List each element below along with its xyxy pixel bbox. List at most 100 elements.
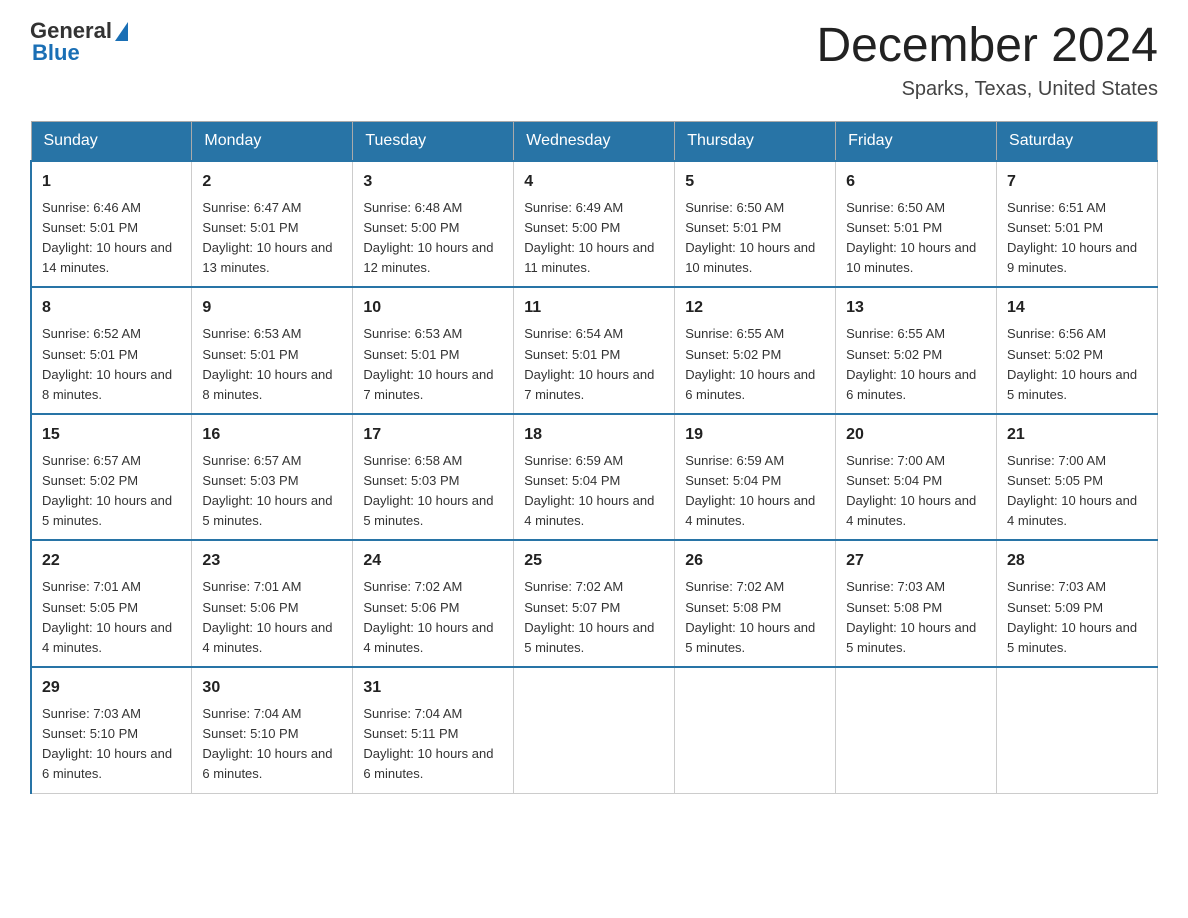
week-row-2: 8 Sunrise: 6:52 AMSunset: 5:01 PMDaylight… <box>31 287 1158 414</box>
calendar-cell: 9 Sunrise: 6:53 AMSunset: 5:01 PMDaylight… <box>192 287 353 414</box>
header-row: SundayMondayTuesdayWednesdayThursdayFrid… <box>31 121 1158 161</box>
day-number: 15 <box>42 423 181 447</box>
calendar-cell: 13 Sunrise: 6:55 AMSunset: 5:02 PMDayligh… <box>836 287 997 414</box>
day-number: 17 <box>363 423 503 447</box>
calendar-cell: 12Sunrise: 6:55 AMSunset: 5:02 PMDayligh… <box>675 287 836 414</box>
day-info: Sunrise: 6:52 AMSunset: 5:01 PMDaylight:… <box>42 324 181 405</box>
day-number: 3 <box>363 170 503 194</box>
day-number: 20 <box>846 423 986 447</box>
day-number: 9 <box>202 296 342 320</box>
calendar-cell <box>675 667 836 793</box>
calendar-cell: 1 Sunrise: 6:46 AMSunset: 5:01 PMDaylight… <box>31 161 192 288</box>
header: General Blue December 2024 Sparks, Texas… <box>30 20 1158 101</box>
day-number: 14 <box>1007 296 1147 320</box>
day-number: 8 <box>42 296 181 320</box>
day-info: Sunrise: 7:03 AMSunset: 5:08 PMDaylight:… <box>846 577 986 658</box>
calendar-cell: 5Sunrise: 6:50 AMSunset: 5:01 PMDaylight… <box>675 161 836 288</box>
day-info: Sunrise: 6:50 AMSunset: 5:01 PMDaylight:… <box>685 198 825 279</box>
day-info: Sunrise: 7:00 AMSunset: 5:04 PMDaylight:… <box>846 451 986 532</box>
calendar-cell: 11Sunrise: 6:54 AMSunset: 5:01 PMDayligh… <box>514 287 675 414</box>
logo: General Blue <box>30 20 128 64</box>
calendar-cell <box>514 667 675 793</box>
day-info: Sunrise: 7:02 AMSunset: 5:08 PMDaylight:… <box>685 577 825 658</box>
day-info: Sunrise: 7:01 AMSunset: 5:06 PMDaylight:… <box>202 577 342 658</box>
day-info: Sunrise: 6:55 AMSunset: 5:02 PMDaylight:… <box>685 324 825 405</box>
day-info: Sunrise: 7:03 AMSunset: 5:10 PMDaylight:… <box>42 704 181 785</box>
day-header-wednesday: Wednesday <box>514 121 675 161</box>
day-number: 30 <box>202 676 342 700</box>
day-number: 27 <box>846 549 986 573</box>
day-info: Sunrise: 6:59 AMSunset: 5:04 PMDaylight:… <box>685 451 825 532</box>
logo-blue-text: Blue <box>32 42 128 64</box>
day-number: 4 <box>524 170 664 194</box>
calendar-cell: 3 Sunrise: 6:48 AMSunset: 5:00 PMDaylight… <box>353 161 514 288</box>
calendar-cell: 15 Sunrise: 6:57 AMSunset: 5:02 PMDayligh… <box>31 414 192 541</box>
calendar-cell: 8 Sunrise: 6:52 AMSunset: 5:01 PMDaylight… <box>31 287 192 414</box>
day-number: 21 <box>1007 423 1147 447</box>
day-info: Sunrise: 6:53 AMSunset: 5:01 PMDaylight:… <box>202 324 342 405</box>
calendar-cell: 2Sunrise: 6:47 AMSunset: 5:01 PMDaylight… <box>192 161 353 288</box>
day-number: 11 <box>524 296 664 320</box>
day-info: Sunrise: 7:03 AMSunset: 5:09 PMDaylight:… <box>1007 577 1147 658</box>
day-info: Sunrise: 7:00 AMSunset: 5:05 PMDaylight:… <box>1007 451 1147 532</box>
day-info: Sunrise: 6:51 AMSunset: 5:01 PMDaylight:… <box>1007 198 1147 279</box>
day-header-saturday: Saturday <box>997 121 1158 161</box>
calendar-cell: 10Sunrise: 6:53 AMSunset: 5:01 PMDayligh… <box>353 287 514 414</box>
calendar-cell <box>997 667 1158 793</box>
calendar-cell: 29 Sunrise: 7:03 AMSunset: 5:10 PMDayligh… <box>31 667 192 793</box>
logo-triangle-icon <box>115 22 128 41</box>
calendar-cell <box>836 667 997 793</box>
calendar-cell: 31 Sunrise: 7:04 AMSunset: 5:11 PMDayligh… <box>353 667 514 793</box>
week-row-5: 29 Sunrise: 7:03 AMSunset: 5:10 PMDayligh… <box>31 667 1158 793</box>
calendar-cell: 25 Sunrise: 7:02 AMSunset: 5:07 PMDayligh… <box>514 540 675 667</box>
day-number: 6 <box>846 170 986 194</box>
calendar-cell: 18 Sunrise: 6:59 AMSunset: 5:04 PMDayligh… <box>514 414 675 541</box>
day-header-friday: Friday <box>836 121 997 161</box>
calendar-cell: 23 Sunrise: 7:01 AMSunset: 5:06 PMDayligh… <box>192 540 353 667</box>
day-info: Sunrise: 6:48 AMSunset: 5:00 PMDaylight:… <box>363 198 503 279</box>
day-info: Sunrise: 7:01 AMSunset: 5:05 PMDaylight:… <box>42 577 181 658</box>
day-info: Sunrise: 7:04 AMSunset: 5:11 PMDaylight:… <box>363 704 503 785</box>
day-number: 26 <box>685 549 825 573</box>
day-info: Sunrise: 6:59 AMSunset: 5:04 PMDaylight:… <box>524 451 664 532</box>
calendar-subtitle: Sparks, Texas, United States <box>816 78 1158 101</box>
day-info: Sunrise: 7:02 AMSunset: 5:07 PMDaylight:… <box>524 577 664 658</box>
day-number: 13 <box>846 296 986 320</box>
day-info: Sunrise: 6:57 AMSunset: 5:02 PMDaylight:… <box>42 451 181 532</box>
day-number: 18 <box>524 423 664 447</box>
calendar-cell: 14 Sunrise: 6:56 AMSunset: 5:02 PMDayligh… <box>997 287 1158 414</box>
day-info: Sunrise: 7:02 AMSunset: 5:06 PMDaylight:… <box>363 577 503 658</box>
day-number: 10 <box>363 296 503 320</box>
calendar-cell: 24Sunrise: 7:02 AMSunset: 5:06 PMDayligh… <box>353 540 514 667</box>
calendar-cell: 7Sunrise: 6:51 AMSunset: 5:01 PMDaylight… <box>997 161 1158 288</box>
week-row-4: 22Sunrise: 7:01 AMSunset: 5:05 PMDayligh… <box>31 540 1158 667</box>
calendar-cell: 22Sunrise: 7:01 AMSunset: 5:05 PMDayligh… <box>31 540 192 667</box>
day-info: Sunrise: 7:04 AMSunset: 5:10 PMDaylight:… <box>202 704 342 785</box>
calendar-cell: 16Sunrise: 6:57 AMSunset: 5:03 PMDayligh… <box>192 414 353 541</box>
day-number: 29 <box>42 676 181 700</box>
day-number: 2 <box>202 170 342 194</box>
calendar-cell: 28Sunrise: 7:03 AMSunset: 5:09 PMDayligh… <box>997 540 1158 667</box>
day-info: Sunrise: 6:55 AMSunset: 5:02 PMDaylight:… <box>846 324 986 405</box>
day-info: Sunrise: 6:46 AMSunset: 5:01 PMDaylight:… <box>42 198 181 279</box>
calendar-cell: 21 Sunrise: 7:00 AMSunset: 5:05 PMDayligh… <box>997 414 1158 541</box>
week-row-1: 1 Sunrise: 6:46 AMSunset: 5:01 PMDaylight… <box>31 161 1158 288</box>
day-info: Sunrise: 6:56 AMSunset: 5:02 PMDaylight:… <box>1007 324 1147 405</box>
day-number: 31 <box>363 676 503 700</box>
day-header-tuesday: Tuesday <box>353 121 514 161</box>
calendar-title: December 2024 <box>816 20 1158 73</box>
week-row-3: 15 Sunrise: 6:57 AMSunset: 5:02 PMDayligh… <box>31 414 1158 541</box>
calendar-cell: 19Sunrise: 6:59 AMSunset: 5:04 PMDayligh… <box>675 414 836 541</box>
day-info: Sunrise: 6:49 AMSunset: 5:00 PMDaylight:… <box>524 198 664 279</box>
day-info: Sunrise: 6:50 AMSunset: 5:01 PMDaylight:… <box>846 198 986 279</box>
day-header-thursday: Thursday <box>675 121 836 161</box>
calendar-cell: 27 Sunrise: 7:03 AMSunset: 5:08 PMDayligh… <box>836 540 997 667</box>
logo-general-text: General <box>30 20 112 42</box>
calendar-cell: 6 Sunrise: 6:50 AMSunset: 5:01 PMDaylight… <box>836 161 997 288</box>
day-number: 1 <box>42 170 181 194</box>
calendar-cell: 26 Sunrise: 7:02 AMSunset: 5:08 PMDayligh… <box>675 540 836 667</box>
day-header-monday: Monday <box>192 121 353 161</box>
day-number: 25 <box>524 549 664 573</box>
day-number: 23 <box>202 549 342 573</box>
calendar-cell: 17Sunrise: 6:58 AMSunset: 5:03 PMDayligh… <box>353 414 514 541</box>
